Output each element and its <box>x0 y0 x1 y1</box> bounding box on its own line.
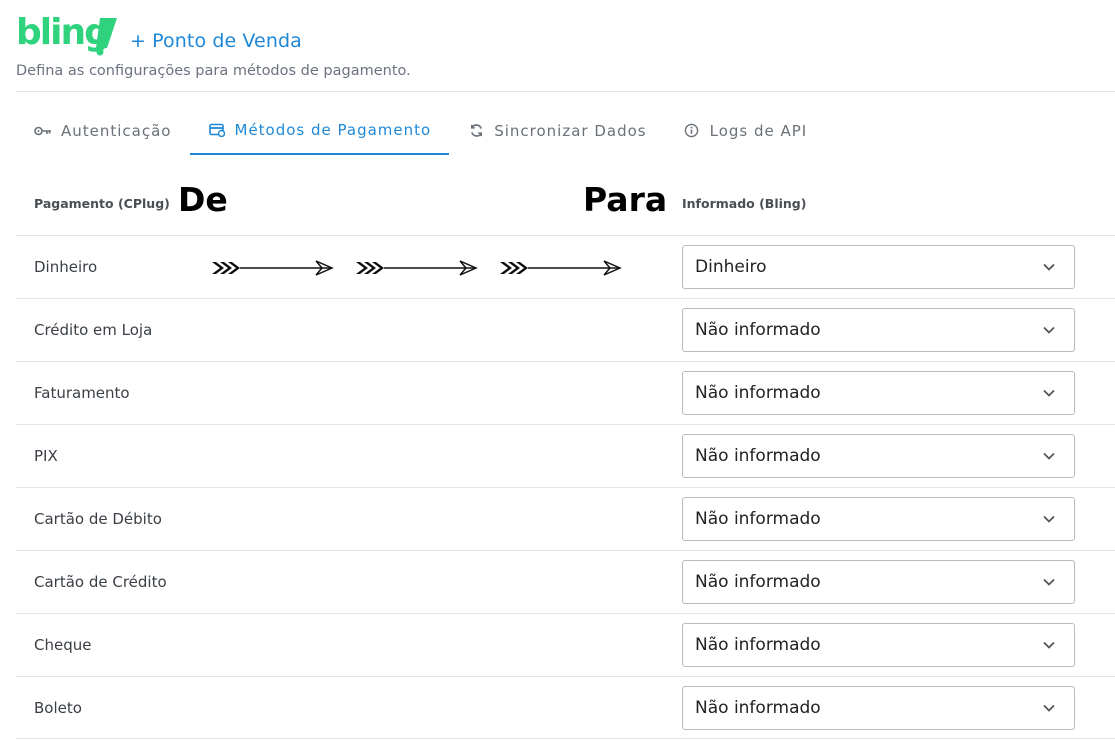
sync-icon <box>467 122 485 140</box>
select-value: Não informado <box>695 446 821 466</box>
info-icon <box>683 122 701 140</box>
bling-payment-select[interactable]: Não informado <box>682 371 1075 415</box>
payment-mapping-table: Dinheiro Dinheiro Crédito em Loja Não in… <box>16 235 1115 739</box>
select-value: Não informado <box>695 572 821 592</box>
tab-api-logs[interactable]: Logs de API <box>665 106 826 155</box>
payment-label: Crédito em Loja <box>34 321 153 339</box>
key-icon <box>34 122 52 140</box>
chevron-down-icon <box>1043 704 1055 712</box>
bling-payment-select[interactable]: Não informado <box>682 623 1075 667</box>
chevron-down-icon <box>1043 641 1055 649</box>
chevron-down-icon <box>1043 263 1055 271</box>
annotation-to-label: Para <box>583 180 668 219</box>
column-header-informed: Informado (Bling) <box>682 196 807 211</box>
payment-label: Cartão de Crédito <box>34 573 167 591</box>
tab-bar: Autenticação Métodos de Pagamento Sincro… <box>16 106 825 155</box>
table-row: Crédito em Loja Não informado <box>16 298 1115 361</box>
bling-logo: bling <box>16 12 117 56</box>
chevron-down-icon <box>1043 389 1055 397</box>
divider <box>16 91 1115 92</box>
bling-payment-select[interactable]: Não informado <box>682 560 1075 604</box>
table-row: PIX Não informado <box>16 424 1115 487</box>
bling-payment-select[interactable]: Não informado <box>682 434 1075 478</box>
bling-payment-select[interactable]: Não informado <box>682 308 1075 352</box>
table-row: Cheque Não informado <box>16 613 1115 676</box>
tab-label: Logs de API <box>709 121 808 140</box>
select-value: Dinheiro <box>695 257 767 277</box>
svg-text:bling: bling <box>16 12 108 53</box>
chevron-down-icon <box>1043 578 1055 586</box>
bling-payment-select[interactable]: Não informado <box>682 497 1075 541</box>
tab-label: Sincronizar Dados <box>494 121 647 140</box>
table-row: Cartão de Crédito Não informado <box>16 550 1115 613</box>
column-header-payment: Pagamento (CPlug) <box>34 196 170 211</box>
annotation-from-label: De <box>178 180 228 219</box>
payment-label: Cartão de Débito <box>34 510 162 528</box>
payment-label: Faturamento <box>34 384 130 402</box>
tab-authentication[interactable]: Autenticação <box>16 106 190 155</box>
annotation-arrows <box>212 260 622 276</box>
tab-sync-data[interactable]: Sincronizar Dados <box>449 106 664 155</box>
table-row: Faturamento Não informado <box>16 361 1115 424</box>
header: bling + Ponto de Venda <box>16 10 302 56</box>
payment-label: PIX <box>34 447 58 465</box>
arrow-icon <box>212 260 334 276</box>
chevron-down-icon <box>1043 515 1055 523</box>
select-value: Não informado <box>695 383 821 403</box>
select-value: Não informado <box>695 698 821 718</box>
select-value: Não informado <box>695 509 821 529</box>
tab-label: Métodos de Pagamento <box>234 120 432 139</box>
arrow-icon <box>500 260 622 276</box>
app-title: + Ponto de Venda <box>130 30 302 52</box>
payment-label: Dinheiro <box>34 258 98 276</box>
arrow-icon <box>356 260 478 276</box>
tab-payment-methods[interactable]: Métodos de Pagamento <box>189 106 450 155</box>
table-row: Cartão de Débito Não informado <box>16 487 1115 550</box>
bling-payment-select[interactable]: Não informado <box>682 686 1075 730</box>
table-row: Boleto Não informado <box>16 676 1115 739</box>
payment-label: Cheque <box>34 636 92 654</box>
page-subtitle: Defina as configurações para métodos de … <box>16 63 411 79</box>
select-value: Não informado <box>695 320 821 340</box>
payment-label: Boleto <box>34 699 82 717</box>
bling-payment-select[interactable]: Dinheiro <box>682 245 1075 289</box>
chevron-down-icon <box>1043 452 1055 460</box>
card-icon <box>208 121 226 139</box>
tab-label: Autenticação <box>61 121 172 140</box>
chevron-down-icon <box>1043 326 1055 334</box>
select-value: Não informado <box>695 635 821 655</box>
